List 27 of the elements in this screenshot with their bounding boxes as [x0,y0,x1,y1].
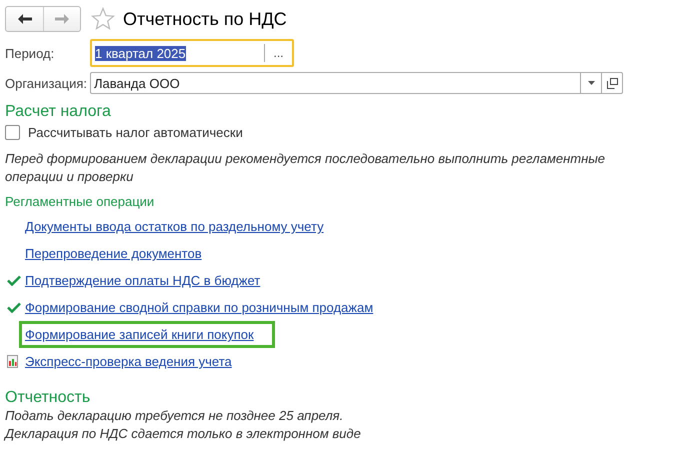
organization-field[interactable]: Лаванда ООО [90,72,623,94]
note-text: Перед формированием декларации рекомендуется последовательно выполнить регламентные операции и проверки [5,150,606,186]
checkmark-icon [7,275,21,286]
caret-icon [588,81,594,85]
auto-calc-checkbox[interactable]: Рассчитывать налог автоматически [5,125,692,140]
back-arrow-icon [16,13,32,25]
report-icon [7,355,18,368]
operation-link[interactable]: Перепроведение документов [19,240,208,267]
operation-link[interactable]: Документы ввода остатков по раздельному учету [19,213,330,240]
open-window-icon [606,78,618,88]
section-heading: Отчетность [5,389,92,407]
operation-link[interactable]: Формирование записей книги покупок [19,321,275,348]
info-text: Подать декларацию требуется не позднее 25 апреля. [5,407,344,425]
forward-arrow-icon [54,13,70,25]
field-label: Период: [5,46,56,60]
select-button[interactable]: ... [264,44,292,62]
period-field[interactable]: 1 квартал 2025 ... [90,39,294,67]
section-heading: Расчет налога [5,103,112,121]
field-label: Организация: [5,76,88,90]
operation-link[interactable]: Подтверждение оплаты НДС в бюджет [19,267,266,294]
checkmark-icon [7,302,21,313]
window-title: Отчетность по НДС [123,8,287,30]
subsection-heading: Регламентные операции [5,194,156,209]
star-icon[interactable] [91,7,115,31]
info-text: Декларация по НДС сдается только в электронном виде [5,425,362,443]
operation-link[interactable]: Формирование сводной справки по розничным продажам [19,294,380,321]
operation-link[interactable]: Экспресс-проверка ведения учета [19,348,238,375]
